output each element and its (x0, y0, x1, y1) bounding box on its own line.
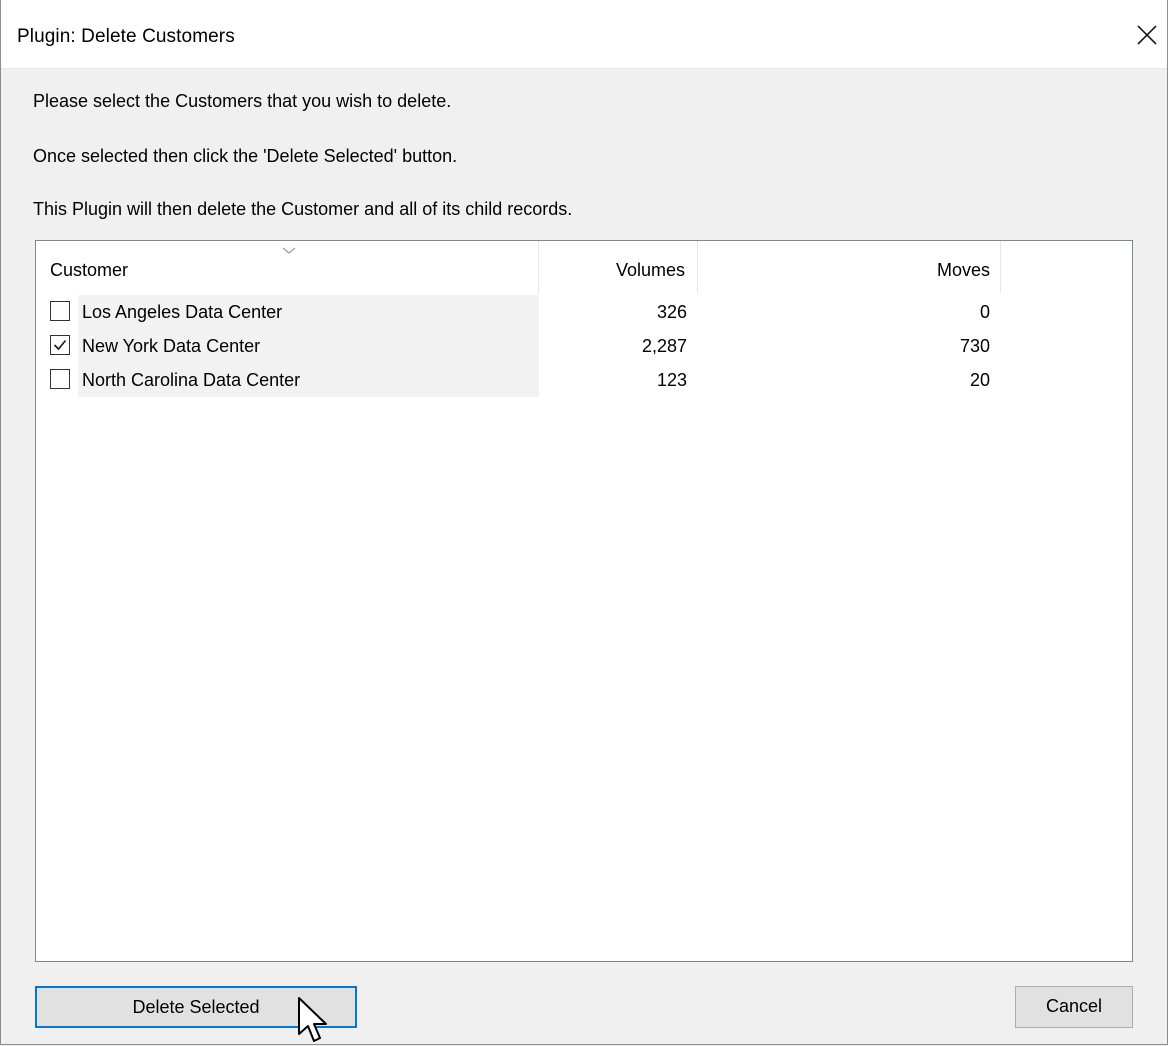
column-label-volumes: Volumes (615, 260, 685, 280)
instruction-text-3: This Plugin will then delete the Custome… (33, 199, 573, 219)
column-label-moves: Moves (936, 260, 990, 280)
moves-value: 20 (969, 370, 990, 390)
column-header-customer[interactable]: Customer (36, 241, 539, 293)
chevron-down-icon (282, 247, 296, 254)
title-bar: Plugin: Delete Customers (1, 0, 1167, 69)
volumes-value: 326 (656, 302, 687, 322)
window-title: Plugin: Delete Customers (17, 26, 235, 47)
close-button[interactable] (1127, 14, 1167, 54)
row-checkbox[interactable] (50, 335, 70, 355)
customer-name: Los Angeles Data Center (82, 302, 283, 322)
row-checkbox[interactable] (50, 369, 70, 389)
customer-list[interactable]: Customer Volumes Moves Los Angeles Data … (35, 240, 1133, 962)
list-header: Customer Volumes Moves (36, 241, 1132, 293)
row-checkbox[interactable] (50, 301, 70, 321)
cancel-button[interactable]: Cancel (1015, 986, 1133, 1028)
column-header-moves[interactable]: Moves (698, 241, 1001, 293)
instruction-text-2: Once selected then click the 'Delete Sel… (33, 146, 458, 166)
moves-value: 0 (979, 302, 990, 322)
checkmark-icon (53, 339, 67, 351)
mouse-cursor-icon (298, 997, 327, 1042)
column-label-customer: Customer (50, 260, 129, 280)
dialog-window: Plugin: Delete Customers Please select t… (0, 0, 1168, 1045)
table-row[interactable]: Los Angeles Data Center 326 0 (36, 295, 1132, 329)
table-row[interactable]: North Carolina Data Center 123 20 (36, 363, 1132, 397)
volumes-value: 123 (656, 370, 687, 390)
close-icon (1137, 25, 1157, 45)
instruction-text-1: Please select the Customers that you wis… (33, 91, 452, 111)
customer-name: North Carolina Data Center (82, 370, 301, 390)
column-header-volumes[interactable]: Volumes (539, 241, 698, 293)
moves-value: 730 (959, 336, 990, 356)
table-row[interactable]: New York Data Center 2,287 730 (36, 329, 1132, 363)
volumes-value: 2,287 (641, 336, 687, 356)
customer-name: New York Data Center (82, 336, 261, 356)
